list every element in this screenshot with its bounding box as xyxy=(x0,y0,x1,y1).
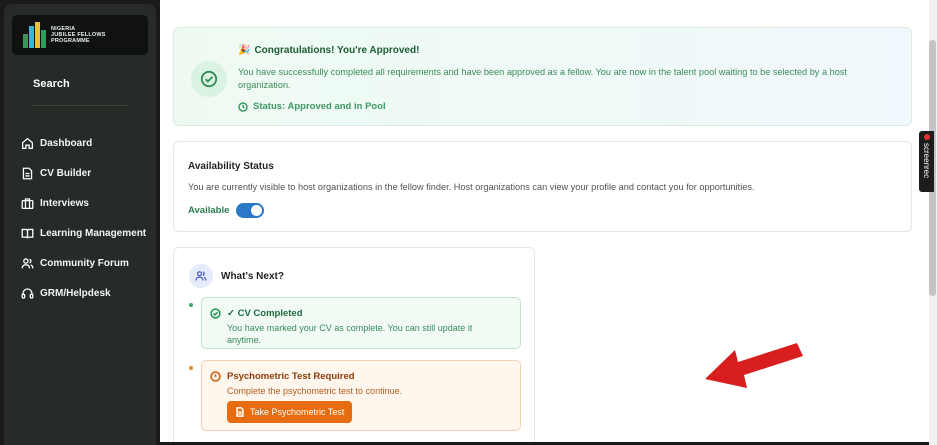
approval-title: 🎉 Congratulations! You're Approved! xyxy=(238,45,420,56)
sidebar-item-label: Dashboard xyxy=(40,137,93,149)
step-cv-completed: ✓ CV Completed You have marked your CV a… xyxy=(201,297,521,349)
briefcase-icon xyxy=(21,197,34,209)
users-icon xyxy=(189,264,213,288)
logo[interactable]: NIGERIA JUBILEE FELLOWS PROGRAMME xyxy=(12,15,148,55)
approval-banner: 🎉 Congratulations! You're Approved! You h… xyxy=(173,27,912,126)
annotation-arrow-icon xyxy=(705,343,803,388)
step-dot-pending xyxy=(189,366,193,370)
document-icon xyxy=(22,167,33,179)
step-title: Psychometric Test Required xyxy=(210,371,355,382)
sidebar-item-label: CV Builder xyxy=(40,167,92,179)
screen-recorder-tab[interactable]: screenrec xyxy=(919,131,934,192)
divider xyxy=(32,105,128,106)
sidebar-item-cv-builder[interactable]: CV Builder xyxy=(21,158,146,188)
availability-title: Availability Status xyxy=(188,161,274,172)
take-psychometric-test-button[interactable]: Take Psychometric Test xyxy=(227,401,353,423)
home-icon xyxy=(21,137,34,149)
record-icon xyxy=(923,134,930,140)
sidebar-item-interviews[interactable]: Interviews xyxy=(21,188,146,218)
step-description: Complete the psychometric test to contin… xyxy=(227,386,403,396)
step-dot-complete xyxy=(189,303,193,307)
document-icon xyxy=(236,407,244,417)
sidebar-nav: Dashboard CV Builder Interviews Learning… xyxy=(21,128,146,308)
step-description: You have marked your CV as complete. You… xyxy=(227,323,473,345)
logo-mark-icon xyxy=(23,22,47,48)
sidebar: NIGERIA JUBILEE FELLOWS PROGRAMME Search… xyxy=(4,4,156,445)
sidebar-item-learning-management[interactable]: Learning Management xyxy=(21,218,146,248)
sidebar-item-label: GRM/Helpdesk xyxy=(40,287,111,299)
sidebar-item-dashboard[interactable]: Dashboard xyxy=(21,128,146,158)
availability-toggle[interactable] xyxy=(236,203,264,218)
book-icon xyxy=(21,228,34,238)
check-circle-icon xyxy=(210,308,221,319)
sidebar-search[interactable]: Search xyxy=(33,78,70,90)
alert-circle-icon xyxy=(210,371,221,382)
clock-icon xyxy=(238,101,248,112)
check-circle-icon xyxy=(191,61,227,97)
sidebar-item-label: Learning Management xyxy=(40,227,147,239)
approval-message: You have successfully completed all requ… xyxy=(238,67,847,90)
main-content: 🎉 Congratulations! You're Approved! You h… xyxy=(160,0,929,445)
whats-next-title: What's Next? xyxy=(221,271,284,282)
users-icon xyxy=(21,257,34,268)
party-popper-icon: 🎉 xyxy=(238,45,251,56)
approval-status: Status: Approved and in Pool xyxy=(238,101,386,112)
step-title: ✓ CV Completed xyxy=(210,308,303,319)
sidebar-item-community-forum[interactable]: Community Forum xyxy=(21,248,146,278)
headset-icon xyxy=(21,287,34,299)
toggle-knob xyxy=(251,205,262,216)
whats-next-card: What's Next? ✓ CV Completed You have mar… xyxy=(173,247,535,445)
sidebar-item-label: Interviews xyxy=(40,197,89,209)
logo-text: NIGERIA JUBILEE FELLOWS PROGRAMME xyxy=(51,26,106,44)
availability-toggle-label: Available xyxy=(188,205,230,216)
sidebar-item-grm-helpdesk[interactable]: GRM/Helpdesk xyxy=(21,278,146,308)
step-psychometric-test: Psychometric Test Required Complete the … xyxy=(201,360,521,431)
sidebar-item-label: Community Forum xyxy=(40,257,129,269)
availability-description: You are currently visible to host organi… xyxy=(188,182,755,192)
availability-card: Availability Status You are currently vi… xyxy=(173,141,912,232)
